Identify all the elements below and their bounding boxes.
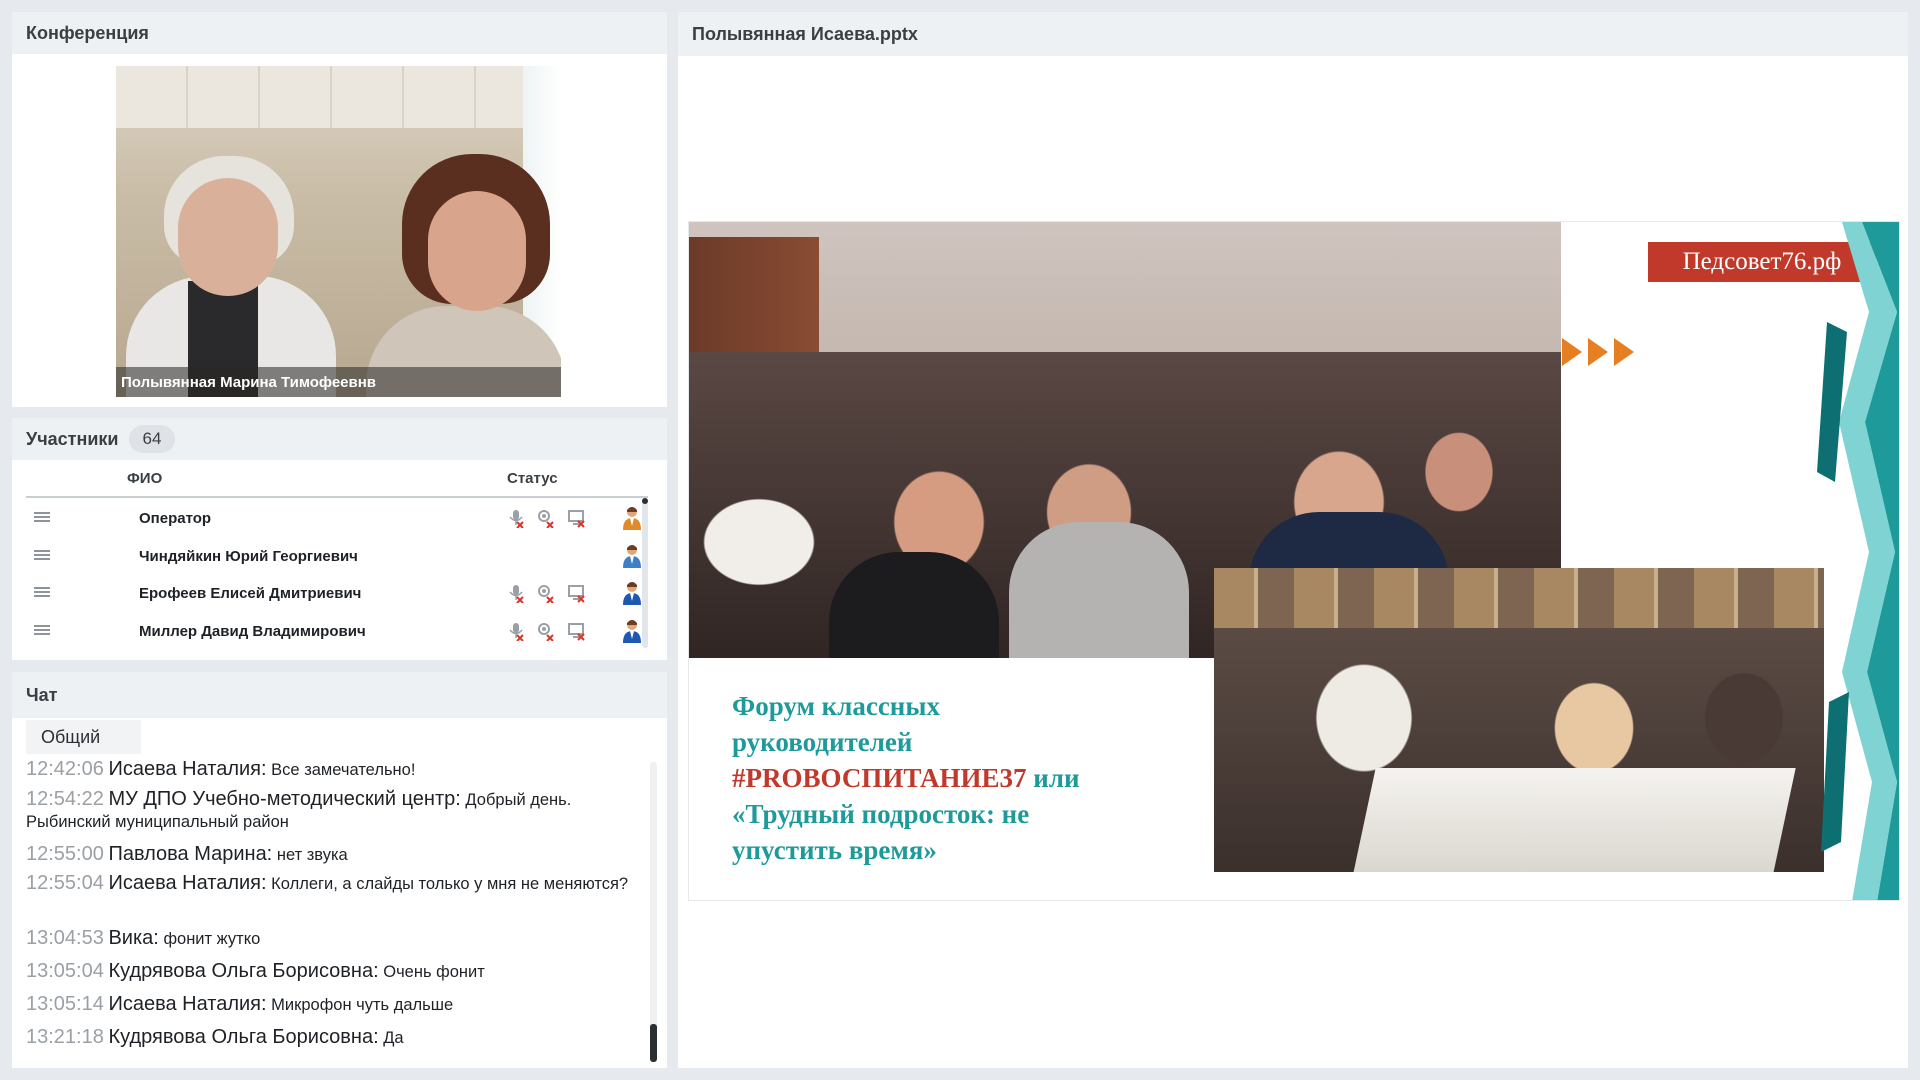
chat-panel: Чат Общий 12:42:06 Исаева Наталия: Все з…: [12, 672, 667, 1068]
chat-timestamp: 13:05:04: [26, 960, 104, 982]
mic-muted-icon[interactable]: [506, 583, 526, 604]
slide-text-line: руководителей: [732, 727, 913, 757]
slide-hashtag: #PROВОСПИТАНИЕ37: [732, 763, 1027, 793]
participants-header: Участники 64: [12, 418, 667, 460]
chat-text: нет звука: [276, 846, 348, 864]
mic-muted-icon[interactable]: [506, 621, 526, 642]
chat-scrollbar-track[interactable]: [650, 762, 657, 1062]
participants-title: Участники: [26, 428, 119, 449]
chat-message: 13:04:53 Вика: фонит жутко: [26, 927, 636, 950]
chat-message: 13:05:04 Кудрявова Ольга Борисовна: Очен…: [26, 960, 636, 983]
user-role-icon: [622, 581, 642, 605]
chat-timestamp: 13:04:53: [26, 927, 104, 949]
screen-off-icon[interactable]: [567, 508, 587, 528]
slide-decoration: [1817, 222, 1899, 900]
conference-panel: Конференция Полывянная Марина Тимофеевнв: [12, 12, 667, 407]
presentation-slide[interactable]: Педсовет76.рф Форум классных руководител…: [688, 221, 1900, 901]
column-header-status[interactable]: Статус: [507, 470, 558, 487]
slide-text: Форум классных руководителей #PROВОСПИТА…: [732, 688, 1192, 868]
screen-off-icon[interactable]: [567, 583, 587, 603]
chat-text: Микрофон чуть дальше: [271, 996, 454, 1014]
chat-text: Коллеги, а слайды только у мня не меняют…: [271, 875, 629, 893]
column-header-name[interactable]: ФИО: [127, 470, 162, 487]
user-role-icon: [622, 506, 642, 530]
presentation-title: Полывянная Исаева.pptx: [678, 12, 1908, 56]
chat-message: 12:54:22 МУ ДПО Учебно-методический цент…: [26, 788, 636, 833]
user-role-icon: [622, 619, 642, 643]
chat-message: 12:55:04 Исаева Наталия: Коллеги, а слай…: [26, 872, 636, 895]
drag-handle-icon[interactable]: [34, 587, 50, 597]
chat-text: Очень фонит: [383, 963, 485, 981]
chat-author: Кудрявова Ольга Борисовна:: [108, 960, 379, 982]
chat-scrollbar-thumb[interactable]: [650, 1024, 657, 1062]
participant-name: Миллер Давид Владимирович: [139, 622, 366, 640]
slide-text-line: «Трудный подросток: не: [732, 799, 1030, 829]
chat-timestamp: 12:42:06: [26, 758, 104, 780]
chat-author: Кудрявова Ольга Борисовна:: [108, 1026, 379, 1048]
chat-timestamp: 13:21:18: [26, 1026, 104, 1048]
participants-count-badge: 64: [128, 425, 176, 453]
chat-tab-general[interactable]: Общий: [26, 720, 141, 754]
screen-off-icon[interactable]: [567, 621, 587, 641]
drag-handle-icon[interactable]: [34, 624, 50, 635]
participant-row[interactable]: Оператор: [26, 500, 646, 537]
participants-scrollbar[interactable]: [642, 498, 648, 648]
chat-title: Чат: [12, 672, 667, 718]
chat-timestamp: 12:55:00: [26, 843, 104, 865]
mic-muted-icon[interactable]: [506, 508, 526, 529]
chat-author: Исаева Наталия:: [108, 872, 267, 894]
chat-timestamp: 12:55:04: [26, 872, 104, 894]
participants-scrollbar-handle[interactable]: [642, 498, 648, 504]
participant-row[interactable]: Миллер Давид Владимирович: [26, 613, 646, 650]
chat-text: фонит жутко: [163, 930, 261, 948]
participants-panel: Участники 64 ФИО Статус Оператор Чиндяйки…: [12, 418, 667, 660]
slide-text-line: Форум классных: [732, 691, 940, 721]
chat-messages: 12:42:06 Исаева Наталия: Все замечательн…: [26, 758, 641, 1064]
participant-name: Оператор: [139, 510, 212, 527]
slide-text-line: упустить время»: [732, 835, 937, 865]
camera-off-icon[interactable]: [536, 583, 556, 604]
video-feed[interactable]: Полывянная Марина Тимофеевнв: [116, 66, 561, 397]
chat-author: Исаева Наталия:: [108, 758, 267, 780]
chat-author: Вика:: [108, 927, 159, 949]
video-caption: Полывянная Марина Тимофеевнв: [116, 367, 561, 397]
slide-text-line: #PROВОСПИТАНИЕ37 или: [732, 760, 1192, 796]
chat-timestamp: 13:05:14: [26, 993, 104, 1015]
drag-handle-icon[interactable]: [34, 512, 50, 522]
slide-arrows-icon: [1562, 338, 1634, 366]
participant-row[interactable]: Чиндяйкин Юрий Георгиевич: [26, 538, 646, 575]
table-header-divider: [26, 496, 648, 498]
camera-off-icon[interactable]: [536, 621, 556, 642]
chat-author: Исаева Наталия:: [108, 993, 267, 1015]
chat-message: 12:55:00 Павлова Марина: нет звука: [26, 843, 636, 866]
chat-text: Все замечательно!: [271, 761, 416, 779]
user-role-icon: [622, 544, 642, 568]
participant-name: Ерофеев Елисей Дмитриевич: [139, 585, 362, 602]
chat-message: 13:21:18 Кудрявова Ольга Борисовна: Да: [26, 1026, 636, 1049]
drag-handle-icon[interactable]: [34, 549, 50, 560]
chat-author: Павлова Марина:: [108, 843, 273, 865]
presentation-panel: Полывянная Исаева.pptx Педсовет76.рф Фор…: [678, 12, 1908, 1068]
camera-off-icon[interactable]: [536, 508, 556, 529]
chat-timestamp: 12:54:22: [26, 788, 104, 810]
conference-title: Конференция: [12, 12, 667, 54]
chat-message: 13:05:14 Исаева Наталия: Микрофон чуть д…: [26, 993, 636, 1016]
chat-author: МУ ДПО Учебно-методический центр:: [108, 788, 461, 810]
slide-text-or: или: [1026, 763, 1080, 793]
chat-text: Да: [383, 1029, 404, 1047]
participant-name: Чиндяйкин Юрий Георгиевич: [139, 547, 358, 565]
participant-row[interactable]: Ерофеев Елисей Дмитриевич: [26, 575, 646, 612]
slide-photo-workshop: [1214, 568, 1824, 872]
chat-message: 12:42:06 Исаева Наталия: Все замечательн…: [26, 758, 636, 781]
